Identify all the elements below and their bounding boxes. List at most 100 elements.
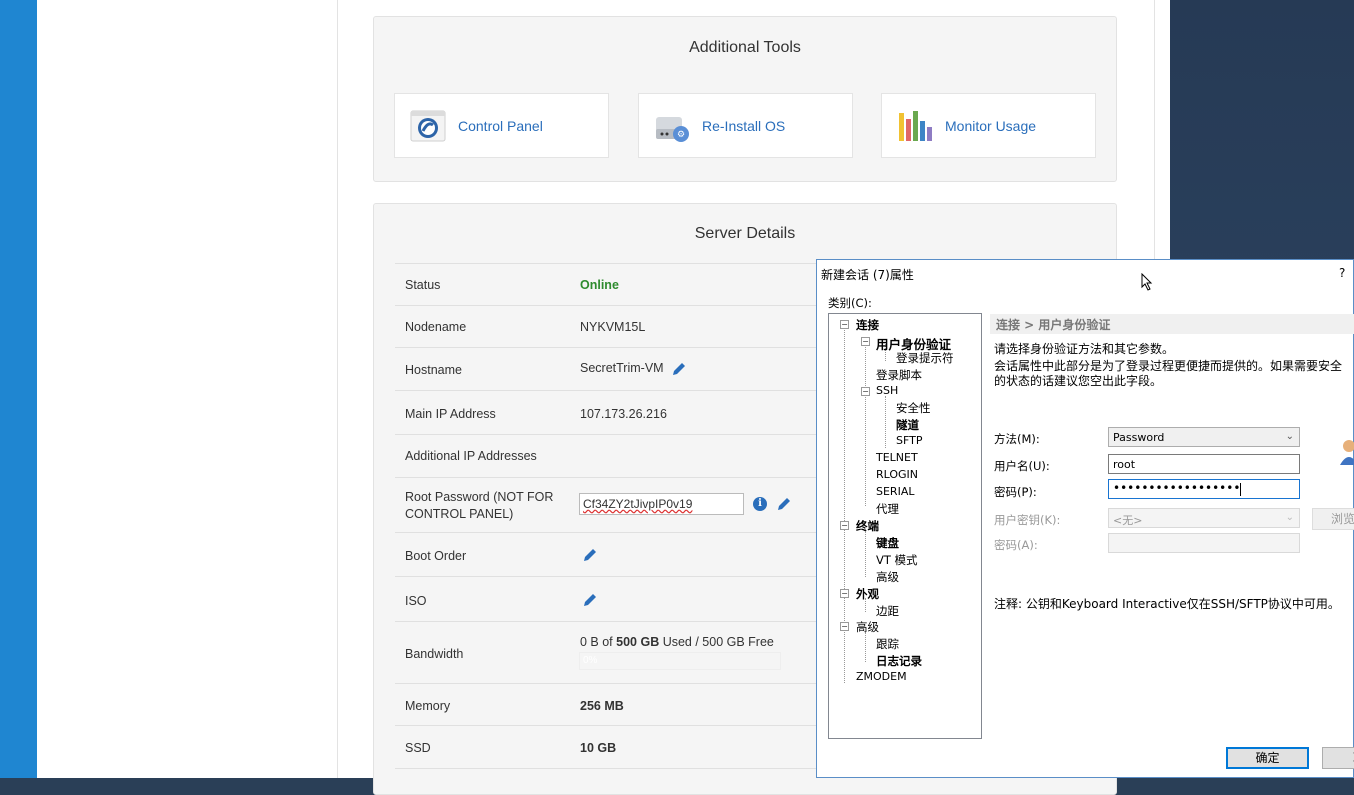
text-cursor [1240,482,1242,496]
password-input[interactable]: •••••••••••••••••• [1108,479,1300,499]
main-ip-row: Main IP Address 107.173.26.216 [395,390,835,435]
tree-line [885,396,886,448]
password-label: 密码(P): [994,485,1037,499]
status-row: Status Online [395,263,835,306]
ssd-row: SSD 10 GB [395,725,835,769]
cancel-button[interactable]: 取 [1322,747,1354,769]
passphrase-label: 密码(A): [994,538,1038,552]
memory-row: Memory 256 MB [395,683,835,726]
tree-item-terminal[interactable]: 终端 [856,518,879,534]
tree-collapse-toggle[interactable]: − [861,387,870,396]
bandwidth-value: 0 B of 500 GB Used / 500 GB Free [580,635,774,649]
status-label: Status [405,278,441,292]
hostname-row: Hostname SecretTrim-VM [395,347,835,391]
ok-button[interactable]: 确定 [1226,747,1309,769]
tree-line [865,344,866,506]
user-key-label: 用户密钥(K): [994,513,1061,527]
tree-item-margins[interactable]: 边距 [876,603,899,619]
reinstall-os-label: Re-Install OS [702,118,786,134]
nodename-label: Nodename [405,320,467,334]
status-value: Online [580,278,619,292]
memory-label: Memory [405,699,451,713]
description-line2: 的状态的话建议您空出此字段。 [994,374,1163,388]
tree-item-logging[interactable]: 日志记录 [876,653,922,669]
boot-order-label: Boot Order [405,549,467,563]
tree-line [865,529,866,577]
help-button[interactable]: ? [1339,266,1345,280]
tree-item-proxy[interactable]: 代理 [876,501,899,517]
root-password-field[interactable]: Cf34ZY2tJivpIP0v19 [579,493,744,515]
user-key-select[interactable]: <无> ⌄ [1108,508,1300,528]
reinstall-os-button[interactable]: ⚙ Re-Install OS [638,93,853,158]
tree-item-appearance[interactable]: 外观 [856,586,879,602]
username-label: 用户名(U): [994,459,1050,473]
ssd-label: SSD [405,741,431,755]
root-password-row: Root Password (NOT FOR CONTROL PANEL) Cf… [395,477,835,533]
monitor-usage-label: Monitor Usage [945,118,1037,134]
edit-hostname-pencil-icon[interactable] [671,361,687,382]
hostname-label: Hostname [405,363,462,377]
info-icon[interactable]: i [753,497,767,511]
method-value: Password [1113,431,1165,444]
tree-item-keyboard[interactable]: 键盘 [876,535,899,551]
user-key-value: <无> [1113,514,1143,527]
iso-row: ISO [395,576,835,622]
browse-button[interactable]: 浏览 [1312,508,1354,530]
tree-collapse-toggle[interactable]: − [840,521,849,530]
tree-collapse-toggle[interactable]: − [861,337,870,346]
tree-item-ssh[interactable]: SSH [876,384,898,397]
method-select[interactable]: Password ⌄ [1108,427,1300,447]
tree-collapse-toggle[interactable]: − [840,589,849,598]
category-label: 类别(C): [828,296,872,310]
bandwidth-label: Bandwidth [405,647,464,661]
tree-item-login-script[interactable]: 登录脚本 [876,367,922,383]
tree-item-sftp[interactable]: SFTP [896,434,922,447]
tree-collapse-toggle[interactable]: − [840,622,849,631]
bandwidth-row: Bandwidth 0 B of 500 GB Used / 500 GB Fr… [395,621,835,684]
tree-item-trace[interactable]: 跟踪 [876,636,899,652]
iso-label: ISO [405,594,427,608]
tree-item-serial[interactable]: SERIAL [876,485,914,498]
tree-item-zmodem[interactable]: ZMODEM [856,670,907,683]
intro-text: 请选择身份验证方法和其它参数。 [994,342,1175,356]
bandwidth-progress-bar: 0% [579,652,781,670]
tree-item-login-prompt[interactable]: 登录提示符 [896,350,954,366]
dialog-title: 新建会话 (7)属性 [821,268,914,282]
monitor-usage-button[interactable]: Monitor Usage [881,93,1096,158]
svg-text:⚙: ⚙ [677,130,685,140]
ssd-value: 10 GB [580,741,617,755]
tree-item-advanced[interactable]: 高级 [876,569,899,585]
edit-boot-order-pencil-icon[interactable] [582,547,598,568]
boot-order-row: Boot Order [395,532,835,577]
category-tree[interactable]: − 连接 − 用户身份验证 登录提示符 登录脚本 − SSH 安全性 隧道 SF… [828,313,982,739]
passphrase-input[interactable] [1108,533,1300,553]
tree-collapse-toggle[interactable]: − [840,320,849,329]
tree-item-telnet[interactable]: TELNET [876,451,918,464]
main-ip-label: Main IP Address [405,407,496,421]
hostname-value: SecretTrim-VM [580,361,664,375]
background-left [0,0,37,778]
breadcrumb-text: 连接 > 用户身份验证 [996,318,1111,332]
root-password-label: Root Password (NOT FOR CONTROL PANEL) [405,490,554,521]
username-input[interactable]: root [1108,454,1300,474]
tree-item-security[interactable]: 安全性 [896,400,931,416]
tree-item-advanced-root[interactable]: 高级 [856,619,879,635]
user-avatar-icon [1336,437,1354,473]
panel-title: Server Details [694,225,796,242]
breadcrumb: 连接 > 用户身份验证 [990,314,1354,334]
edit-iso-pencil-icon[interactable] [582,592,598,613]
note-text: 注释: 公钥和Keyboard Interactive仅在SSH/SFTP协议中… [994,597,1340,611]
tree-item-tunnel[interactable]: 隧道 [896,417,919,433]
tree-item-vt-mode[interactable]: VT 模式 [876,552,918,568]
tree-item-connection[interactable]: 连接 [856,317,879,333]
panel-title: Additional Tools [689,39,801,56]
reinstall-os-icon: ⚙ [653,107,691,145]
bandwidth-used: 0 B of [580,635,617,649]
control-panel-button[interactable]: Control Panel [394,93,609,158]
monitor-usage-icon [896,107,934,145]
additional-ip-label: Additional IP Addresses [405,449,537,463]
edit-password-pencil-icon[interactable] [776,496,792,517]
tree-item-rlogin[interactable]: RLOGIN [876,468,918,481]
bandwidth-free: Used / 500 GB Free [659,635,774,649]
root-password-value: Cf34ZY2tJivpIP0v19 [583,497,693,511]
